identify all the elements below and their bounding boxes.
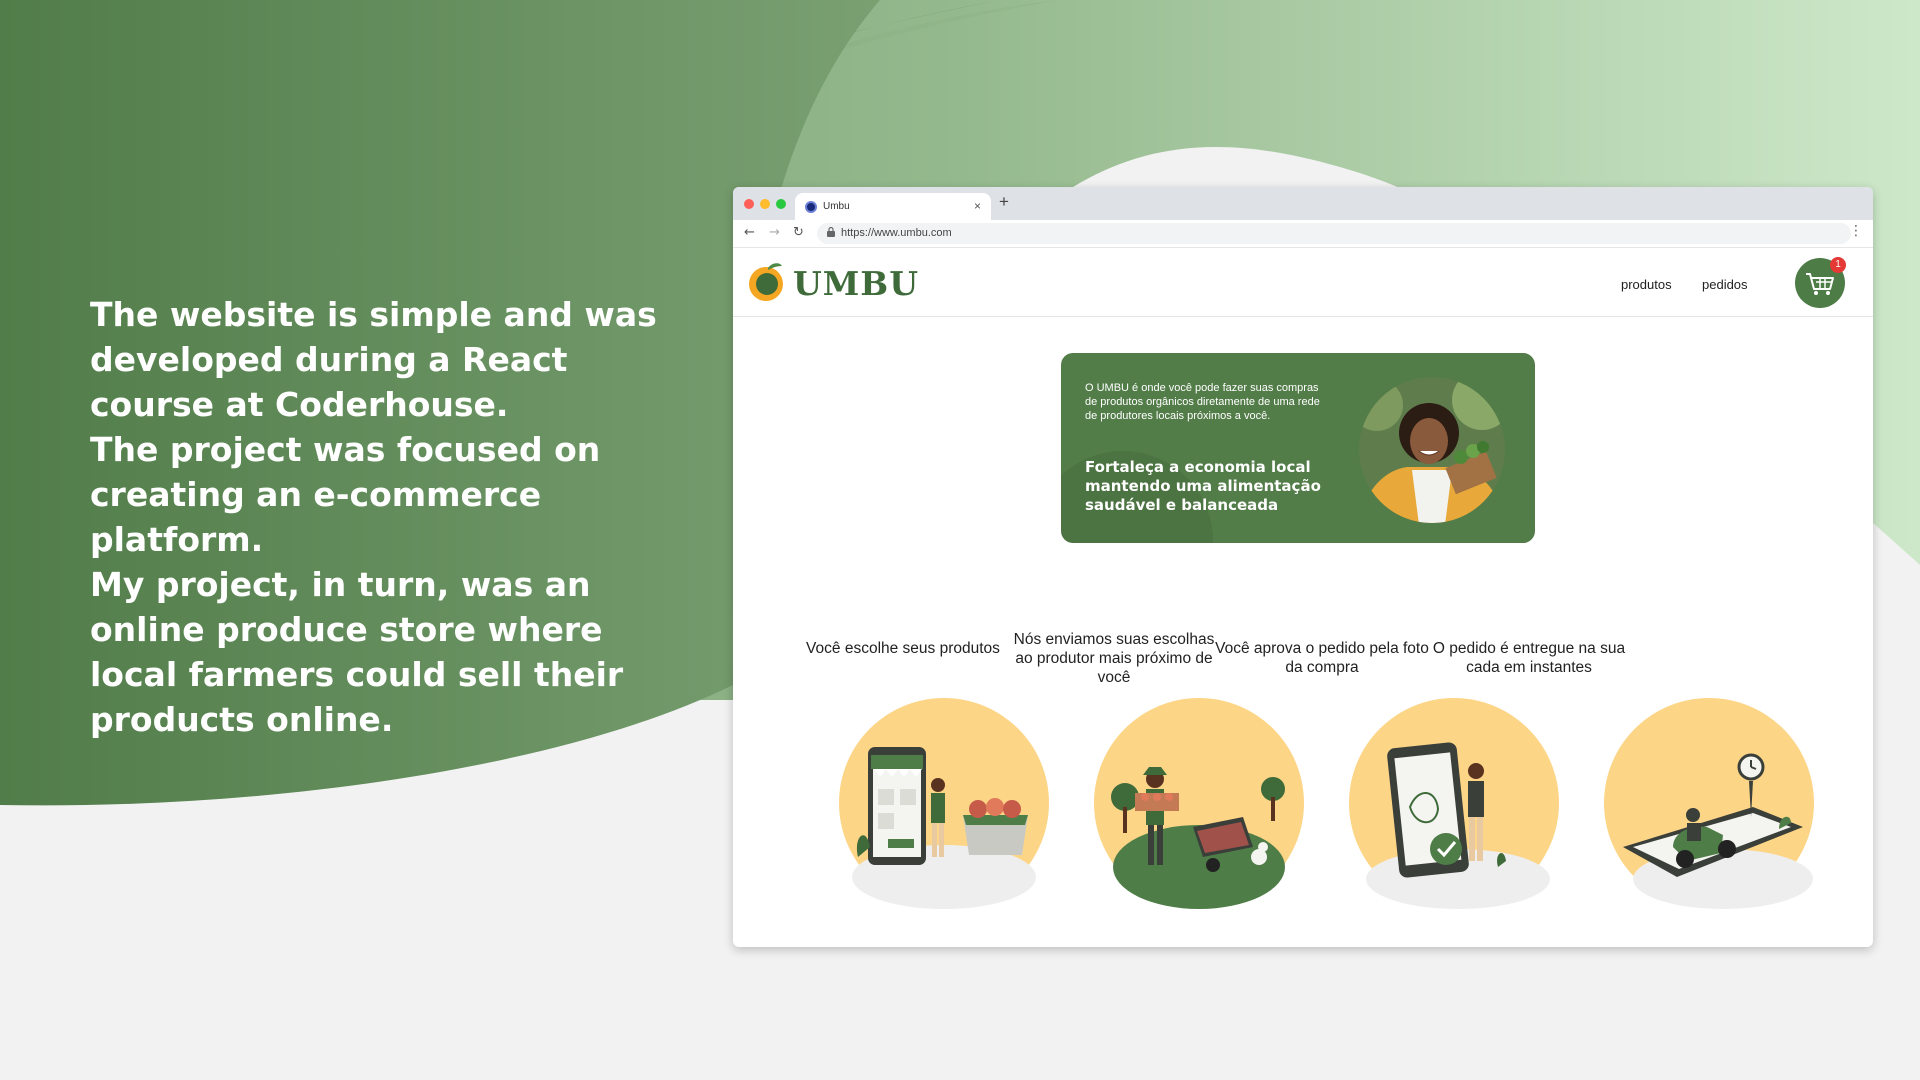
- farmer-photo: [1359, 377, 1505, 523]
- nav-link-pedidos[interactable]: pedidos: [1702, 277, 1748, 292]
- step-label-4: O pedido é entregue na sua cada em insta…: [1432, 640, 1626, 676]
- umbu-fruit-icon: [749, 263, 783, 301]
- browser-menu-icon[interactable]: ⋮: [1849, 223, 1863, 239]
- hero-banner: O UMBU é onde você pode fazer suas compr…: [1061, 353, 1535, 543]
- browser-tab[interactable]: Umbu ×: [795, 193, 991, 220]
- nav-link-produtos[interactable]: produtos: [1621, 277, 1672, 292]
- browser-tab-bar: Umbu × +: [733, 187, 1873, 220]
- tab-title: Umbu: [823, 201, 850, 212]
- farmer-wheelbarrow-illustration: [1094, 698, 1304, 909]
- minimize-window-icon[interactable]: [760, 199, 770, 209]
- umbu-logo[interactable]: UMBU: [748, 262, 918, 303]
- new-tab-button[interactable]: +: [999, 192, 1009, 212]
- reload-icon[interactable]: ↻: [793, 225, 804, 240]
- maximize-window-icon[interactable]: [776, 199, 786, 209]
- step-label-3: Você aprova o pedido pela foto da compra: [1215, 640, 1429, 676]
- hero-intro-text: O UMBU é onde você pode fazer suas compr…: [1085, 382, 1320, 422]
- browser-toolbar: ← → ↻ https://www.umbu.com ⋮: [733, 220, 1873, 248]
- url-text: https://www.umbu.com: [841, 227, 952, 239]
- intro-paragraph-3: My project, in turn, was an online produ…: [90, 565, 624, 739]
- address-bar[interactable]: https://www.umbu.com: [817, 223, 1851, 244]
- close-tab-icon[interactable]: ×: [974, 199, 981, 213]
- logo-text: UMBU: [793, 264, 919, 303]
- intro-paragraph-2: The project was focused on creating an e…: [90, 430, 601, 559]
- intro-paragraph-1: The website is simple and was developed …: [90, 295, 657, 424]
- phone-shop-basket-illustration: [839, 698, 1049, 909]
- step-label-2: Nós enviamos suas escolhas ao produtor m…: [1013, 631, 1215, 686]
- favicon-icon: [805, 201, 817, 213]
- site-header: UMBU produtos pedidos 1: [733, 248, 1873, 317]
- back-arrow-icon[interactable]: ←: [744, 225, 755, 240]
- cart-count-badge: 1: [1830, 257, 1846, 273]
- close-window-icon[interactable]: [744, 199, 754, 209]
- browser-window: Umbu × + ← → ↻ https://www.umbu.com ⋮ UM…: [733, 187, 1873, 947]
- lock-icon: [827, 227, 835, 237]
- scooter-delivery-illustration: [1604, 698, 1814, 909]
- phone-approval-illustration: [1349, 698, 1559, 909]
- forward-arrow-icon[interactable]: →: [769, 225, 780, 240]
- step-label-1: Você escolhe seus produtos: [806, 640, 1000, 657]
- hero-headline: Fortaleça a economia local mantendo uma …: [1085, 458, 1321, 514]
- intro-text: The website is simple and was developed …: [90, 292, 690, 742]
